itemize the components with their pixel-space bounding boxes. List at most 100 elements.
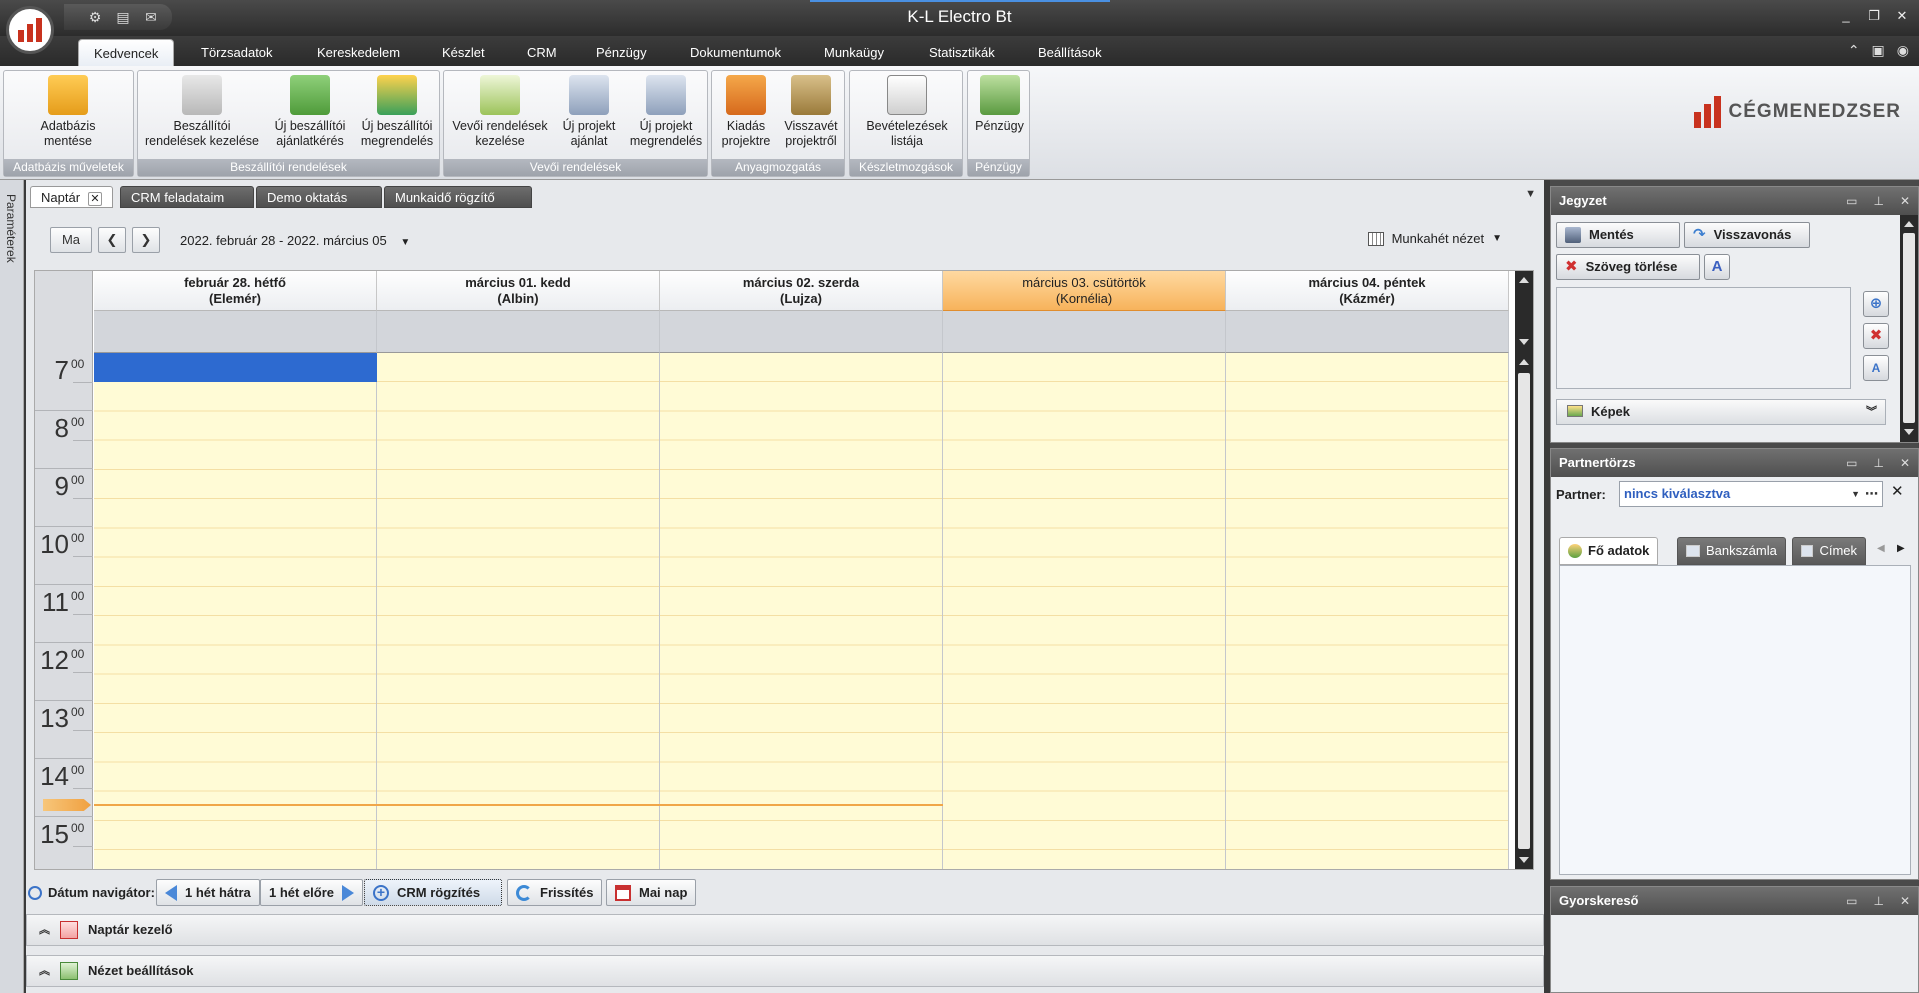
day-header[interactable]: március 02. szerda (Lujza) <box>660 271 943 311</box>
tab-statisztikak[interactable]: Statisztikák <box>914 39 1010 66</box>
tab-munkaugy[interactable]: Munkaügy <box>809 39 899 66</box>
undo-button[interactable]: ↷ Visszavonás <box>1684 222 1810 248</box>
clipboard-icon[interactable]: ▤ <box>114 8 132 26</box>
today-nav-button[interactable]: Mai nap <box>606 879 697 906</box>
receipts-list-button[interactable]: Bevételezések listája <box>854 75 960 159</box>
calendar-scrollbar[interactable] <box>1515 353 1533 869</box>
clear-text-button[interactable]: ✖ Szöveg törlése <box>1556 254 1700 280</box>
tab-demo-oktatas[interactable]: Demo oktatás <box>256 186 382 208</box>
chevron-left-icon[interactable]: ❮ <box>98 227 126 253</box>
all-day-cell[interactable] <box>377 311 660 353</box>
refresh-button[interactable]: Frissítés <box>507 879 603 906</box>
all-day-cell[interactable] <box>943 311 1226 353</box>
note-textarea[interactable] <box>1556 287 1851 389</box>
collapse-icon[interactable]: ⌃ <box>1848 42 1860 59</box>
day-column[interactable] <box>1226 353 1509 869</box>
selected-time-slot[interactable] <box>94 353 377 382</box>
calendar-grid: február 28. hétfő (Elemér) március 01. ke… <box>34 270 1534 870</box>
new-supplier-order-button[interactable]: Új beszállítói megrendelés <box>354 75 440 159</box>
supplier-orders-button[interactable]: Beszállítói rendelések kezelése <box>140 75 264 159</box>
tab-naptar[interactable]: Naptár ✕ <box>30 186 114 208</box>
calendar-icon <box>60 921 78 939</box>
minimize-icon[interactable]: _ <box>1839 8 1853 24</box>
help-icon[interactable]: ▣ <box>1872 42 1885 59</box>
tab-keszlet[interactable]: Készlet <box>427 39 500 66</box>
date-range-selector[interactable]: 2022. február 28 - 2022. március 05 ▼ <box>180 233 410 248</box>
minimize-panel-icon[interactable]: ▭ <box>1846 187 1857 215</box>
tab-kereskedelem[interactable]: Kereskedelem <box>302 39 415 66</box>
day-header[interactable]: március 01. kedd (Albin) <box>377 271 660 311</box>
tabs-dropdown-icon[interactable]: ▼ <box>1525 188 1536 200</box>
eye-icon[interactable]: ◉ <box>1897 42 1909 59</box>
day-column[interactable] <box>377 353 660 869</box>
partner-select[interactable]: nincs kiválasztva ▼ ⋯ <box>1619 481 1883 507</box>
images-section[interactable]: Képek ︾ <box>1556 399 1886 425</box>
parameters-strip[interactable]: Paraméterek <box>0 180 24 993</box>
clear-partner-icon[interactable]: ✕ <box>1891 482 1904 500</box>
week-forward-button[interactable]: 1 hét előre <box>260 879 364 906</box>
close-panel-icon[interactable]: ✕ <box>1900 449 1910 477</box>
header-scrollbar[interactable] <box>1515 271 1533 353</box>
app-logo[interactable] <box>6 6 54 54</box>
close-panel-icon[interactable]: ✕ <box>1900 887 1910 915</box>
return-from-project-button[interactable]: Visszavét projektről <box>778 75 844 159</box>
today-button[interactable]: Ma <box>50 227 92 253</box>
tab-scroll-right-icon[interactable]: ▶ <box>1897 543 1905 554</box>
tab-beallitasok[interactable]: Beállítások <box>1023 39 1117 66</box>
format-icon[interactable]: A <box>1863 355 1889 381</box>
tab-torzsadatok[interactable]: Törzsadatok <box>186 39 288 66</box>
day-header[interactable]: március 04. péntek (Kázmér) <box>1226 271 1509 311</box>
add-note-icon[interactable]: ⊕ <box>1863 291 1889 317</box>
issue-to-project-button[interactable]: Kiadás projektre <box>714 75 778 159</box>
minimize-panel-icon[interactable]: ▭ <box>1846 449 1857 477</box>
tab-crm[interactable]: CRM <box>512 39 572 66</box>
close-tab-icon[interactable]: ✕ <box>88 192 103 206</box>
spellcheck-icon[interactable]: A <box>1704 254 1730 280</box>
tab-kedvencek[interactable]: Kedvencek <box>78 39 175 66</box>
tab-munkaido-rogzito[interactable]: Munkaidő rögzítő <box>384 186 532 208</box>
day-column[interactable] <box>94 353 377 869</box>
close-panel-icon[interactable]: ✕ <box>1900 187 1910 215</box>
delete-note-icon[interactable]: ✖ <box>1863 323 1889 349</box>
all-day-cell[interactable] <box>660 311 943 353</box>
customer-orders-button[interactable]: Vevői rendelések kezelése <box>446 75 554 159</box>
tab-dokumentumok[interactable]: Dokumentumok <box>675 39 796 66</box>
tab-addresses[interactable]: Címek <box>1792 537 1866 565</box>
close-icon[interactable]: ✕ <box>1895 8 1909 24</box>
minimize-panel-icon[interactable]: ▭ <box>1846 887 1857 915</box>
view-selector[interactable]: Munkahét nézet ▼ <box>1367 231 1502 246</box>
pin-icon[interactable]: ⊥ <box>1873 887 1883 915</box>
day-date: március 01. kedd <box>465 275 571 290</box>
save-note-button[interactable]: Mentés <box>1556 222 1680 248</box>
day-header-today[interactable]: március 03. csütörtök (Kornélia) <box>943 271 1226 311</box>
view-settings-section[interactable]: ︽ Nézet beállítások <box>26 955 1544 987</box>
tab-penzugy[interactable]: Pénzügy <box>581 39 662 66</box>
finance-button[interactable]: Pénzügy <box>970 75 1029 159</box>
restore-icon[interactable]: ❐ <box>1867 8 1881 24</box>
day-column[interactable] <box>943 353 1226 869</box>
save-database-button[interactable]: Adatbázis mentése <box>18 75 118 159</box>
crm-record-button[interactable]: + CRM rögzítés <box>364 879 502 906</box>
mail-icon[interactable]: ✉ <box>142 8 160 26</box>
pin-icon[interactable]: ⊥ <box>1873 187 1883 215</box>
all-day-cell[interactable] <box>94 311 377 353</box>
chevron-right-icon[interactable]: ❯ <box>132 227 160 253</box>
scrollbar-thumb[interactable] <box>1518 373 1530 849</box>
more-icon[interactable]: ⋯ <box>1865 482 1878 506</box>
day-column[interactable] <box>660 353 943 869</box>
tab-scroll-left-icon[interactable]: ◀ <box>1877 543 1885 554</box>
tab-main-data[interactable]: Fő adatok <box>1559 537 1659 565</box>
settings-icon[interactable]: ⚙ <box>86 8 104 26</box>
note-scrollbar[interactable] <box>1900 215 1918 442</box>
scrollbar-thumb[interactable] <box>1903 233 1915 423</box>
all-day-cell[interactable] <box>1226 311 1509 353</box>
tab-bank-account[interactable]: Bankszámla <box>1677 537 1786 565</box>
week-back-button[interactable]: 1 hét hátra <box>156 879 260 906</box>
calendar-manager-section[interactable]: ︽ Naptár kezelő <box>26 914 1544 946</box>
new-project-order-button[interactable]: Új projekt megrendelés <box>624 75 708 159</box>
new-supplier-quote-button[interactable]: Új beszállítói ajánlatkérés <box>266 75 354 159</box>
day-header[interactable]: február 28. hétfő (Elemér) <box>94 271 377 311</box>
new-project-offer-button[interactable]: Új projekt ajánlat <box>554 75 624 159</box>
pin-icon[interactable]: ⊥ <box>1873 449 1883 477</box>
tab-crm-feladataim[interactable]: CRM feladataim <box>120 186 254 208</box>
